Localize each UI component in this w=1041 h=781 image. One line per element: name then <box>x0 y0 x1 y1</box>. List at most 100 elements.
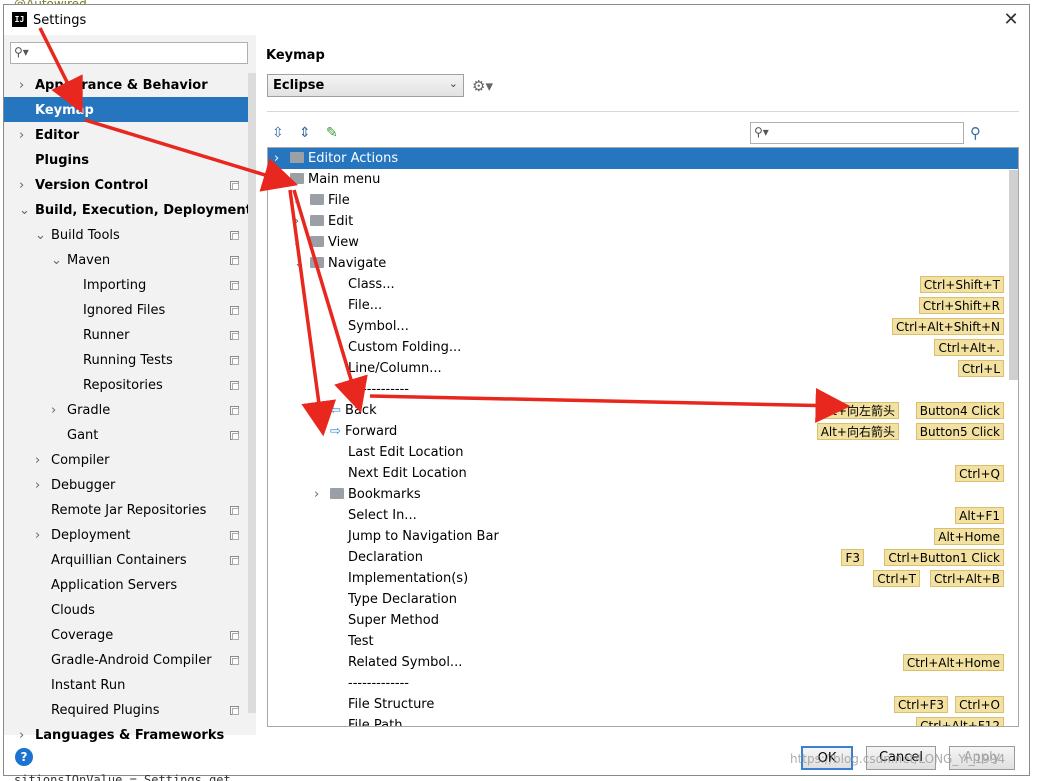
keymap-action-row[interactable]: Next Edit Location <box>348 463 467 484</box>
sidebar-item[interactable]: Keymap <box>35 98 94 123</box>
chevron-down-icon[interactable]: ⌄ <box>51 248 62 273</box>
sidebar-item[interactable]: Running Tests <box>83 348 173 373</box>
close-icon[interactable]: ✕ <box>1001 9 1021 30</box>
keymap-action-row[interactable]: File Path <box>348 715 402 726</box>
project-settings-icon <box>230 381 239 390</box>
sidebar-item[interactable]: Languages & Frameworks <box>35 723 224 748</box>
keymap-action-label: Edit <box>328 214 354 229</box>
sidebar-item[interactable]: Gradle <box>67 398 110 423</box>
chevron-right-icon[interactable]: › <box>19 123 24 148</box>
shortcut-badge: F3 <box>841 549 864 566</box>
chevron-right-icon[interactable]: › <box>19 173 24 198</box>
shortcut-badge: Ctrl+Alt+F12 <box>916 717 1004 726</box>
sidebar-item[interactable]: Editor <box>35 123 79 148</box>
sidebar-item[interactable]: Instant Run <box>51 673 125 698</box>
chevron-right-icon[interactable]: › <box>35 448 40 473</box>
shortcut-badge: Ctrl+L <box>957 360 1004 377</box>
chevron-right-icon[interactable]: › <box>274 148 279 169</box>
chevron-right-icon[interactable]: › <box>294 232 299 253</box>
keymap-search-input[interactable]: ⚲▾ <box>750 122 964 144</box>
keymap-action-row[interactable]: Type Declaration <box>348 589 457 610</box>
keymap-action-row[interactable]: ------------- <box>348 673 409 694</box>
chevron-right-icon[interactable]: › <box>294 211 299 232</box>
find-shortcut-icon[interactable]: ⚲ <box>970 124 981 142</box>
keymap-action-row[interactable]: Editor Actions <box>290 148 398 169</box>
sidebar-item[interactable]: Gant <box>67 423 98 448</box>
keymap-action-row[interactable]: Main menu <box>290 169 380 190</box>
sidebar-item[interactable]: Deployment <box>51 523 131 548</box>
chevron-right-icon[interactable]: › <box>35 523 40 548</box>
edit-pencil-icon[interactable]: ✎ <box>326 125 338 141</box>
keymap-action-row[interactable]: ------------- <box>348 379 409 400</box>
chevron-right-icon[interactable]: › <box>35 473 40 498</box>
keymap-action-row[interactable]: Super Method <box>348 610 439 631</box>
sidebar-item[interactable]: Build, Execution, Deployment <box>35 198 252 223</box>
keymap-action-row[interactable]: ⇨ Forward <box>330 421 397 442</box>
keymap-select[interactable]: Eclipse ⌄ <box>267 74 464 97</box>
chevron-right-icon[interactable]: › <box>51 398 56 423</box>
sidebar-item[interactable]: Coverage <box>51 623 113 648</box>
sidebar-item[interactable]: Clouds <box>51 598 95 623</box>
tree-scrollbar[interactable] <box>1009 170 1018 380</box>
keymap-action-row[interactable]: Jump to Navigation Bar <box>348 526 499 547</box>
chevron-right-icon[interactable]: › <box>314 484 319 505</box>
folder-icon <box>290 152 304 163</box>
sidebar-item[interactable]: Ignored Files <box>83 298 165 323</box>
title-bar: IJ Settings ✕ <box>4 5 1029 35</box>
keymap-action-row[interactable]: ⇦ Back <box>330 400 377 421</box>
folder-icon <box>310 194 324 205</box>
window-title: Settings <box>33 13 87 28</box>
keymap-action-row[interactable]: Declaration <box>348 547 423 568</box>
keymap-action-row[interactable]: View <box>310 232 359 253</box>
keymap-action-row[interactable]: File <box>310 190 350 211</box>
watermark: https://blog.csdn.net/LONG_Yi_1994 <box>790 752 1006 766</box>
chevron-right-icon[interactable]: › <box>19 73 24 98</box>
keymap-action-row[interactable]: Related Symbol... <box>348 652 462 673</box>
chevron-right-icon[interactable]: › <box>294 190 299 211</box>
sidebar-item[interactable]: Importing <box>83 273 146 298</box>
keymap-action-row[interactable]: Select In... <box>348 505 417 526</box>
keymap-action-row[interactable]: File Structure <box>348 694 434 715</box>
keymap-action-row[interactable]: Symbol... <box>348 316 409 337</box>
chevron-down-icon[interactable]: ⌄ <box>274 169 285 190</box>
sidebar-item[interactable]: Compiler <box>51 448 110 473</box>
keymap-action-row[interactable]: Test <box>348 631 374 652</box>
keymap-action-row[interactable]: Last Edit Location <box>348 442 464 463</box>
gear-icon[interactable]: ⚙▾ <box>472 77 493 95</box>
keymap-action-row[interactable]: Line/Column... <box>348 358 442 379</box>
collapse-all-icon[interactable]: ⇕ <box>299 125 311 141</box>
keymap-action-row[interactable]: Edit <box>310 211 353 232</box>
sidebar-item[interactable]: Runner <box>83 323 130 348</box>
shortcut-badge: Ctrl+Shift+R <box>918 297 1004 314</box>
sidebar-item[interactable]: Remote Jar Repositories <box>51 498 206 523</box>
keymap-action-row[interactable]: Implementation(s) <box>348 568 468 589</box>
sidebar-item[interactable]: Debugger <box>51 473 115 498</box>
sidebar-item[interactable]: Build Tools <box>51 223 120 248</box>
keymap-action-row[interactable]: Bookmarks <box>330 484 421 505</box>
expand-all-icon[interactable]: ⇳ <box>272 125 284 141</box>
keymap-action-label: Navigate <box>328 256 387 271</box>
chevron-right-icon[interactable]: › <box>19 723 24 748</box>
sidebar-item[interactable]: Arquillian Containers <box>51 548 187 573</box>
sidebar-item[interactable]: Required Plugins <box>51 698 160 723</box>
keymap-action-row[interactable]: Custom Folding... <box>348 337 461 358</box>
chevron-down-icon[interactable]: ⌄ <box>35 223 46 248</box>
sidebar-item[interactable]: Gradle-Android Compiler <box>51 648 212 673</box>
sidebar-item[interactable]: Maven <box>67 248 110 273</box>
sidebar-item[interactable]: Appearance & Behavior <box>35 73 208 98</box>
keymap-action-row[interactable]: Class... <box>348 274 395 295</box>
sidebar-item[interactable]: Plugins <box>35 148 89 173</box>
page-title: Keymap <box>266 48 325 63</box>
project-settings-icon <box>230 706 239 715</box>
keymap-action-row[interactable]: File... <box>348 295 382 316</box>
sidebar-item[interactable]: Application Servers <box>51 573 177 598</box>
sidebar-item[interactable]: Version Control <box>35 173 148 198</box>
help-button[interactable]: ? <box>15 748 33 766</box>
chevron-down-icon[interactable]: ⌄ <box>294 253 305 274</box>
chevron-down-icon[interactable]: ⌄ <box>19 198 30 223</box>
sidebar-item[interactable]: Repositories <box>83 373 163 398</box>
keymap-action-label: File <box>328 193 350 208</box>
settings-search-input[interactable]: ⚲▾ <box>10 42 248 64</box>
sidebar-scrollbar[interactable] <box>248 73 256 713</box>
keymap-action-row[interactable]: Navigate <box>310 253 386 274</box>
